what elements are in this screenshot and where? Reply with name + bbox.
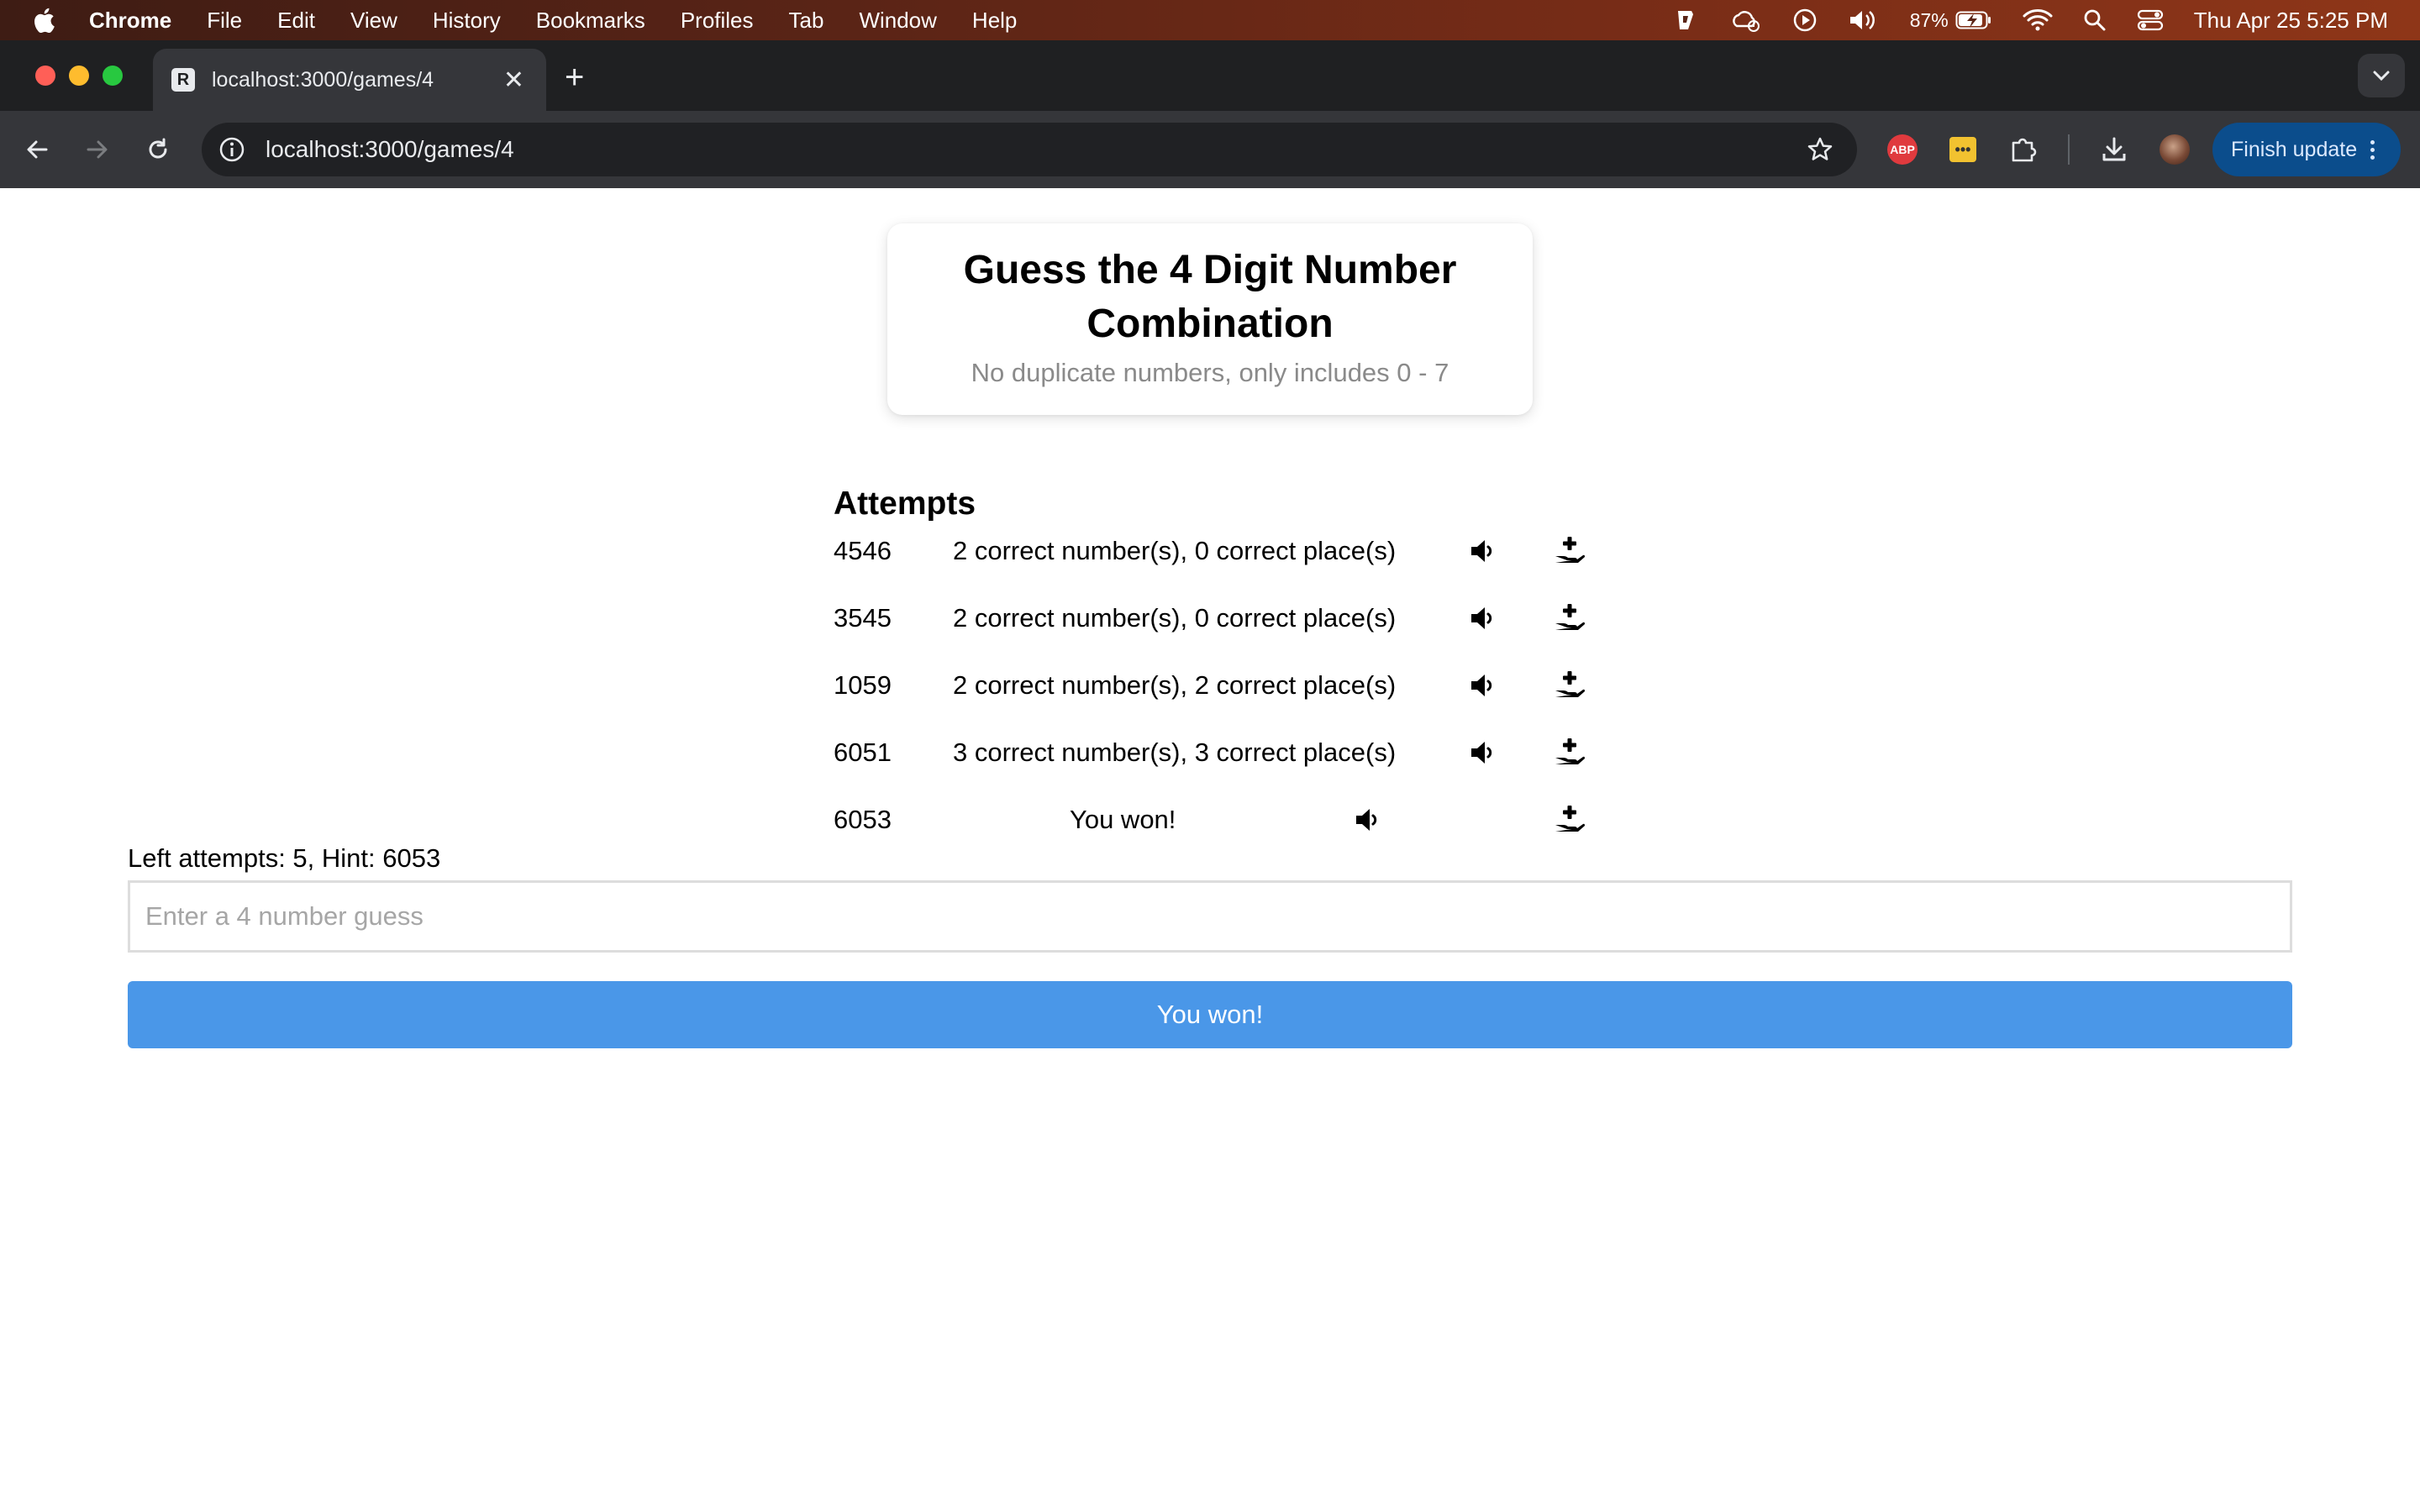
attempt-row: 3545 2 correct number(s), 0 correct plac… <box>0 593 2420 643</box>
bookmark-star-icon[interactable] <box>1807 136 1833 163</box>
address-bar[interactable]: localhost:3000/games/4 <box>202 123 1857 176</box>
menu-view[interactable]: View <box>350 8 397 34</box>
toolbar-divider <box>2068 134 2070 165</box>
forward-arrow-icon[interactable] <box>81 133 114 166</box>
attempt-row: 6051 3 correct number(s), 3 correct plac… <box>0 727 2420 778</box>
menu-bar-status-area: 87% Thu Apr 25 5:25 PM <box>1673 0 2420 40</box>
menu-edit[interactable]: Edit <box>277 8 315 34</box>
site-info-icon[interactable] <box>215 133 249 166</box>
extensions-puzzle-icon[interactable] <box>2003 129 2044 170</box>
menu-window[interactable]: Window <box>859 8 936 34</box>
page-subtitle: No duplicate numbers, only includes 0 - … <box>971 358 1449 387</box>
menu-tab[interactable]: Tab <box>789 8 824 34</box>
attempt-result: 3 correct number(s), 3 correct place(s) <box>953 738 1397 767</box>
save-hand-icon[interactable] <box>1553 669 1586 702</box>
adblock-plus-extension-icon[interactable]: ABP <box>1882 129 1923 170</box>
downloads-icon[interactable] <box>2094 129 2134 170</box>
menu-bar-clock[interactable]: Thu Apr 25 5:25 PM <box>2194 8 2388 34</box>
adblock-plus-label: ABP <box>1887 134 1918 165</box>
attempt-result: You won! <box>1070 805 1176 834</box>
battery-icon <box>1955 11 1991 29</box>
attempt-guess: 6051 <box>834 738 892 767</box>
menu-file[interactable]: File <box>207 8 242 34</box>
menu-profiles[interactable]: Profiles <box>681 8 754 34</box>
attempt-result: 2 correct number(s), 0 correct place(s) <box>953 603 1397 633</box>
menu-app-chrome[interactable]: Chrome <box>89 8 171 34</box>
attempt-guess: 1059 <box>834 670 892 700</box>
macos-menu-bar: Chrome File Edit View History Bookmarks … <box>0 0 2420 40</box>
browser-tab-active[interactable]: R localhost:3000/games/4 ✕ <box>153 49 546 111</box>
control-center-icon[interactable] <box>2137 8 2164 32</box>
battery-percentage: 87% <box>1909 8 1949 31</box>
play-icon[interactable] <box>1792 8 1818 33</box>
volume-icon[interactable] <box>1848 8 1880 33</box>
window-zoom-button[interactable] <box>103 66 123 86</box>
speaker-icon[interactable] <box>1468 738 1498 768</box>
attempt-result: 2 correct number(s), 2 correct place(s) <box>953 670 1397 700</box>
more-options-icon[interactable] <box>2370 139 2375 160</box>
attempt-row: 6053 You won! <box>0 795 2420 845</box>
save-hand-icon[interactable] <box>1553 534 1586 568</box>
attempt-row: 4546 2 correct number(s), 0 correct plac… <box>0 526 2420 576</box>
app-status-icon[interactable] <box>1673 8 1698 33</box>
spotlight-search-icon[interactable] <box>2083 8 2107 32</box>
new-tab-plus-icon[interactable]: + <box>565 60 584 94</box>
tab-favicon-icon: R <box>171 68 195 92</box>
extension-yellow-icon[interactable]: ••• <box>1943 129 1983 170</box>
submit-guess-button[interactable]: You won! <box>128 981 2292 1048</box>
attempt-row: 1059 2 correct number(s), 2 correct plac… <box>0 660 2420 711</box>
menu-bookmarks[interactable]: Bookmarks <box>536 8 645 34</box>
save-hand-icon[interactable] <box>1553 601 1586 635</box>
speaker-icon[interactable] <box>1468 603 1498 633</box>
profile-avatar[interactable] <box>2154 129 2195 170</box>
browser-toolbar: localhost:3000/games/4 ABP ••• Finish up… <box>0 111 2420 188</box>
speaker-icon[interactable] <box>1468 536 1498 566</box>
speaker-icon[interactable] <box>1353 805 1383 835</box>
attempt-result: 2 correct number(s), 0 correct place(s) <box>953 536 1397 565</box>
apple-logo-icon[interactable] <box>32 7 55 34</box>
window-close-button[interactable] <box>35 66 55 86</box>
finish-update-button[interactable]: Finish update <box>2212 123 2401 176</box>
window-minimize-button[interactable] <box>69 66 89 86</box>
guess-input[interactable] <box>128 880 2292 953</box>
wifi-icon[interactable] <box>2023 8 2053 32</box>
tab-search-chevron-down-icon[interactable] <box>2358 54 2405 97</box>
finish-update-label: Finish update <box>2231 137 2358 161</box>
attempt-guess: 3545 <box>834 603 892 633</box>
menu-help[interactable]: Help <box>972 8 1017 34</box>
back-arrow-icon[interactable] <box>20 133 54 166</box>
save-hand-icon[interactable] <box>1553 803 1586 837</box>
attempt-guess: 4546 <box>834 536 892 565</box>
cloud-sync-icon[interactable] <box>1728 8 1762 33</box>
save-hand-icon[interactable] <box>1553 736 1586 769</box>
reload-icon[interactable] <box>141 133 175 166</box>
tab-title: localhost:3000/games/4 <box>212 67 434 92</box>
tab-close-icon[interactable]: ✕ <box>503 66 524 95</box>
attempts-status-text: Left attempts: 5, Hint: 6053 <box>128 843 441 873</box>
battery-indicator[interactable]: 87% <box>1910 9 1992 32</box>
browser-tab-strip: R localhost:3000/games/4 ✕ + <box>0 40 2420 111</box>
address-bar-url[interactable]: localhost:3000/games/4 <box>266 136 1807 163</box>
attempt-guess: 6053 <box>834 805 892 834</box>
menu-history[interactable]: History <box>433 8 501 34</box>
attempts-heading: Attempts <box>834 486 976 522</box>
speaker-icon[interactable] <box>1468 670 1498 701</box>
page-title: Guess the 4 Digit Number Combination <box>963 248 1457 346</box>
game-header-card: Guess the 4 Digit Number Combination No … <box>887 223 1533 415</box>
